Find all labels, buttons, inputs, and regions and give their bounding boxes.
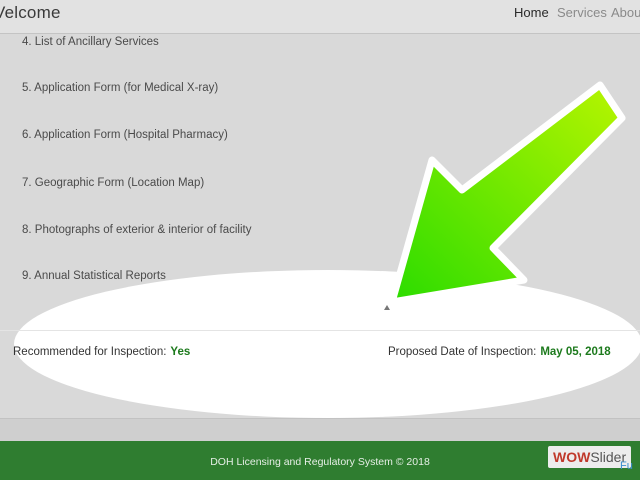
requirement-item: 5. Application Form (for Medical X-ray) (22, 82, 219, 94)
divider (0, 330, 640, 331)
proposed-value: May 05, 2018 (540, 346, 611, 358)
panel-bottom-bar (0, 418, 640, 443)
highlight-oval (14, 270, 640, 418)
page-title: Velcome (0, 3, 61, 22)
requirement-item: 9. Annual Statistical Reports (22, 270, 166, 282)
recommended-label: Recommended for Inspection: (13, 346, 167, 358)
nav-services-link[interactable]: Services (557, 5, 607, 20)
proposed-date-of-inspection: Proposed Date of Inspection: May 05, 2018 (388, 346, 611, 358)
recommended-for-inspection: Recommended for Inspection: Yes (13, 346, 190, 358)
nav-home-link[interactable]: Home (514, 5, 549, 20)
nav-about-link[interactable]: Abou (611, 5, 640, 20)
requirement-item: 4. List of Ancillary Services (22, 36, 159, 48)
top-navbar: Velcome Home Services Abou (0, 0, 640, 34)
requirement-item: 8. Photographs of exterior & interior of… (22, 224, 252, 236)
footer-extra-text: Fu (620, 460, 633, 472)
page: Velcome Home Services Abou 4. List of An… (0, 0, 640, 480)
wowslider-badge-part1: WOW (553, 449, 591, 465)
requirement-item: 6. Application Form (Hospital Pharmacy) (22, 129, 228, 141)
requirement-item: 7. Geographic Form (Location Map) (22, 177, 205, 189)
footer: DOH Licensing and Regulatory System © 20… (0, 441, 640, 480)
footer-copyright: DOH Licensing and Regulatory System © 20… (210, 456, 430, 468)
proposed-label: Proposed Date of Inspection: (388, 346, 537, 358)
recommended-value: Yes (170, 346, 191, 358)
wowslider-badge[interactable]: WOWSlider (548, 446, 632, 468)
cursor-icon (384, 305, 390, 310)
